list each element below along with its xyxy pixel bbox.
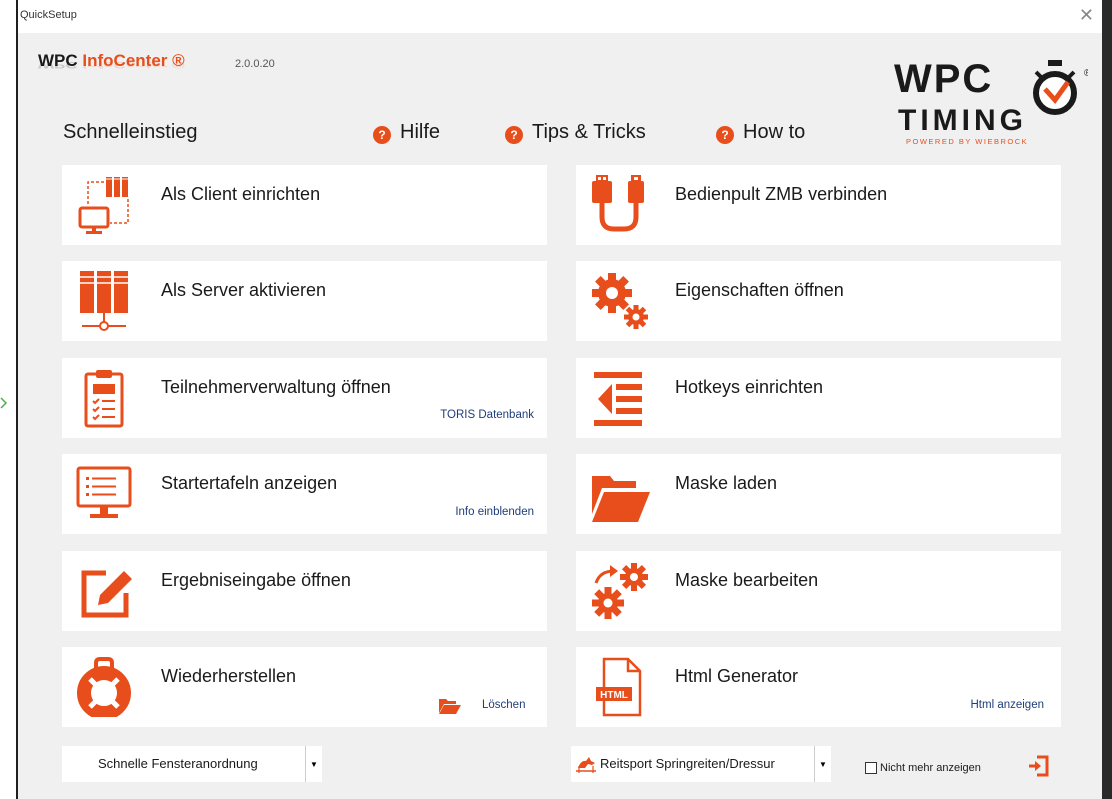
window-title: QuickSetup	[20, 9, 77, 21]
svg-text:HTML: HTML	[600, 690, 628, 701]
card-label: Maske laden	[675, 473, 778, 493]
svg-text:TIMING: TIMING	[898, 104, 1027, 137]
card-label: Maske bearbeiten	[675, 570, 819, 590]
show-html-link[interactable]: Html anzeigen	[970, 699, 1044, 711]
question-icon: ?	[373, 125, 391, 144]
card-load-mask[interactable]: Maske laden	[576, 454, 1061, 534]
card-label: Hotkeys einrichten	[675, 377, 824, 397]
card-open-properties[interactable]: Eigenschaften öffnen	[576, 261, 1061, 341]
question-icon: ?	[505, 125, 523, 144]
gears-icon	[592, 273, 648, 329]
indent-list-icon	[594, 372, 642, 426]
card-label: Eigenschaften öffnen	[675, 280, 844, 300]
stopwatch-icon	[1033, 60, 1077, 115]
quick-start-heading: Schnelleinstieg	[63, 121, 198, 143]
help-label: Hilfe	[400, 121, 441, 143]
card-result-entry[interactable]: Ergebniseingabe öffnen	[62, 551, 547, 631]
card-label: Bedienpult ZMB verbinden	[675, 184, 888, 204]
card-html-generator[interactable]: HTML Html Generator Html anzeigen	[576, 647, 1061, 727]
edit-icon	[81, 570, 132, 618]
card-connect-zmb[interactable]: Bedienpult ZMB verbinden	[576, 165, 1061, 245]
dont-show-checkbox[interactable]	[865, 762, 877, 774]
folder-open-icon	[592, 476, 650, 522]
chevron-right-icon	[0, 397, 8, 409]
usb-cable-icon	[592, 175, 644, 232]
version-label: 2.0.0.20	[235, 58, 275, 70]
card-edit-mask[interactable]: Maske bearbeiten	[576, 551, 1061, 631]
card-label: Als Client einrichten	[161, 184, 321, 204]
folder-icon	[439, 699, 461, 714]
chevron-down-icon[interactable]: ▼	[814, 746, 831, 782]
monitor-list-icon	[76, 466, 132, 518]
card-label: Als Server aktivieren	[161, 280, 327, 300]
html-file-icon: HTML	[596, 657, 642, 717]
card-hotkeys-setup[interactable]: Hotkeys einrichten	[576, 358, 1061, 438]
wpc-timing-logo: WPC ® TIMING POWERED BY WIEBROCK	[894, 57, 1088, 146]
desktop-right-edge	[1102, 0, 1112, 799]
desktop-left-edge	[0, 0, 18, 799]
server-icon	[80, 271, 128, 331]
clipboard-icon	[84, 370, 124, 428]
chevron-down-icon[interactable]: ▼	[305, 746, 322, 782]
delete-link[interactable]: Löschen	[482, 699, 525, 711]
card-participant-management[interactable]: Teilnehmerverwaltung öffnen TORIS Datenb…	[62, 358, 547, 438]
client-network-icon	[78, 177, 129, 234]
svg-text:POWERED BY WIEBROCK: POWERED BY WIEBROCK	[906, 137, 1028, 146]
how-to-label: How to	[743, 121, 806, 143]
title-bar: QuickSetup ✕	[18, 0, 1102, 33]
tips-tricks-link[interactable]: ? Tips & Tricks	[505, 121, 646, 144]
dont-show-label: Nicht mehr anzeigen	[880, 762, 981, 774]
card-client-setup[interactable]: Als Client einrichten	[62, 165, 547, 245]
quicksetup-window: QuickSetup ✕ WPC InfoCenter ® WPC InfoCe…	[18, 0, 1102, 799]
card-label: Startertafeln anzeigen	[161, 473, 338, 493]
how-to-link[interactable]: ? How to	[716, 121, 805, 144]
sport-value: Reitsport Springreiten/Dressur	[600, 756, 775, 771]
svg-text:®: ®	[1084, 68, 1088, 79]
card-label: Wiederherstellen	[161, 666, 297, 686]
card-starter-boards[interactable]: Startertafeln anzeigen Info einblenden	[62, 454, 547, 534]
exit-icon[interactable]	[1027, 755, 1049, 777]
card-label: Teilnehmerverwaltung öffnen	[161, 377, 391, 397]
card-restore[interactable]: Wiederherstellen Löschen	[62, 647, 547, 727]
card-label: Ergebniseingabe öffnen	[161, 570, 351, 590]
horse-icon	[576, 757, 596, 773]
window-arrangement-select[interactable]: Schnelle Fensteranordnung ▼	[62, 746, 322, 782]
brand-reflection: WPC InfoCenter ®	[38, 59, 185, 70]
question-icon: ?	[716, 125, 734, 144]
help-link[interactable]: ? Hilfe	[373, 121, 440, 144]
sport-select[interactable]: Reitsport Springreiten/Dressur ▼	[571, 746, 831, 782]
tips-tricks-label: Tips & Tricks	[532, 121, 646, 143]
toris-database-link[interactable]: TORIS Datenbank	[440, 409, 534, 421]
gear-refresh-icon	[592, 563, 648, 619]
lifebuoy-icon	[77, 657, 131, 717]
card-server-activate[interactable]: Als Server aktivieren	[62, 261, 547, 341]
svg-text:WPC: WPC	[894, 57, 993, 101]
card-label: Html Generator	[675, 666, 799, 686]
window-arrangement-value: Schnelle Fensteranordnung	[98, 756, 258, 771]
dont-show-again[interactable]: Nicht mehr anzeigen	[865, 762, 981, 774]
show-info-link[interactable]: Info einblenden	[455, 506, 534, 518]
close-button[interactable]: ✕	[1079, 5, 1094, 25]
